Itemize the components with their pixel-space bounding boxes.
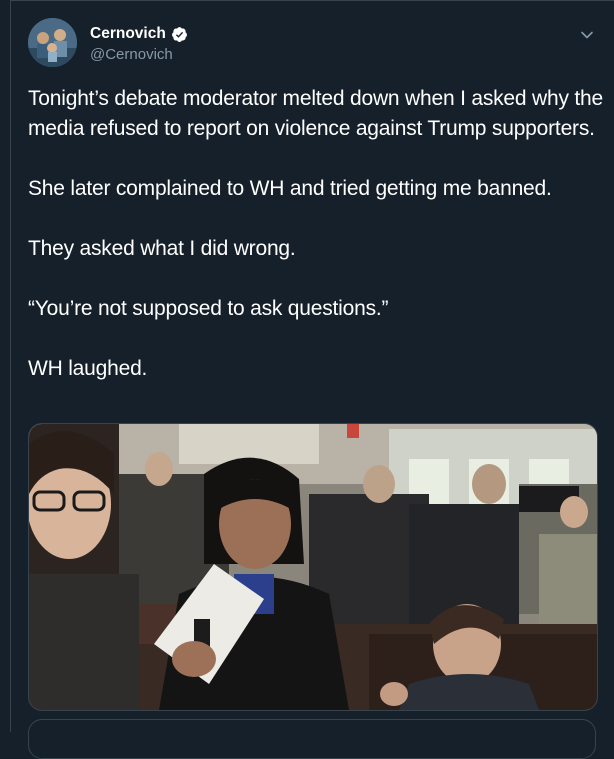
name-row: Cernovich xyxy=(90,25,188,43)
tweet-paragraph: Tonight’s debate moderator melted down w… xyxy=(28,87,604,140)
tweet-paragraph: She later complained to WH and tried get… xyxy=(28,177,552,200)
tweet-paragraph: WH laughed. xyxy=(28,357,148,380)
handle[interactable]: @Cernovich xyxy=(90,46,173,63)
verified-badge-icon xyxy=(171,26,188,43)
tweet-paragraph: They asked what I did wrong. xyxy=(28,237,296,260)
avatar-image xyxy=(28,18,77,67)
tweet-photo[interactable] xyxy=(28,423,598,711)
avatar[interactable] xyxy=(28,18,77,67)
tweet-card[interactable]: Cernovich @Cernovich Tonight’s debate mo… xyxy=(10,0,614,759)
tweet-header: Cernovich @Cernovich xyxy=(28,18,614,68)
press-room-photo xyxy=(29,424,597,710)
display-name[interactable]: Cernovich xyxy=(90,25,166,43)
chevron-down-icon[interactable] xyxy=(580,28,594,42)
link-preview-card[interactable] xyxy=(28,719,596,759)
tweet-paragraph: “You’re not supposed to ask questions.” xyxy=(28,297,389,320)
tweet-text: Tonight’s debate moderator melted down w… xyxy=(28,84,603,384)
